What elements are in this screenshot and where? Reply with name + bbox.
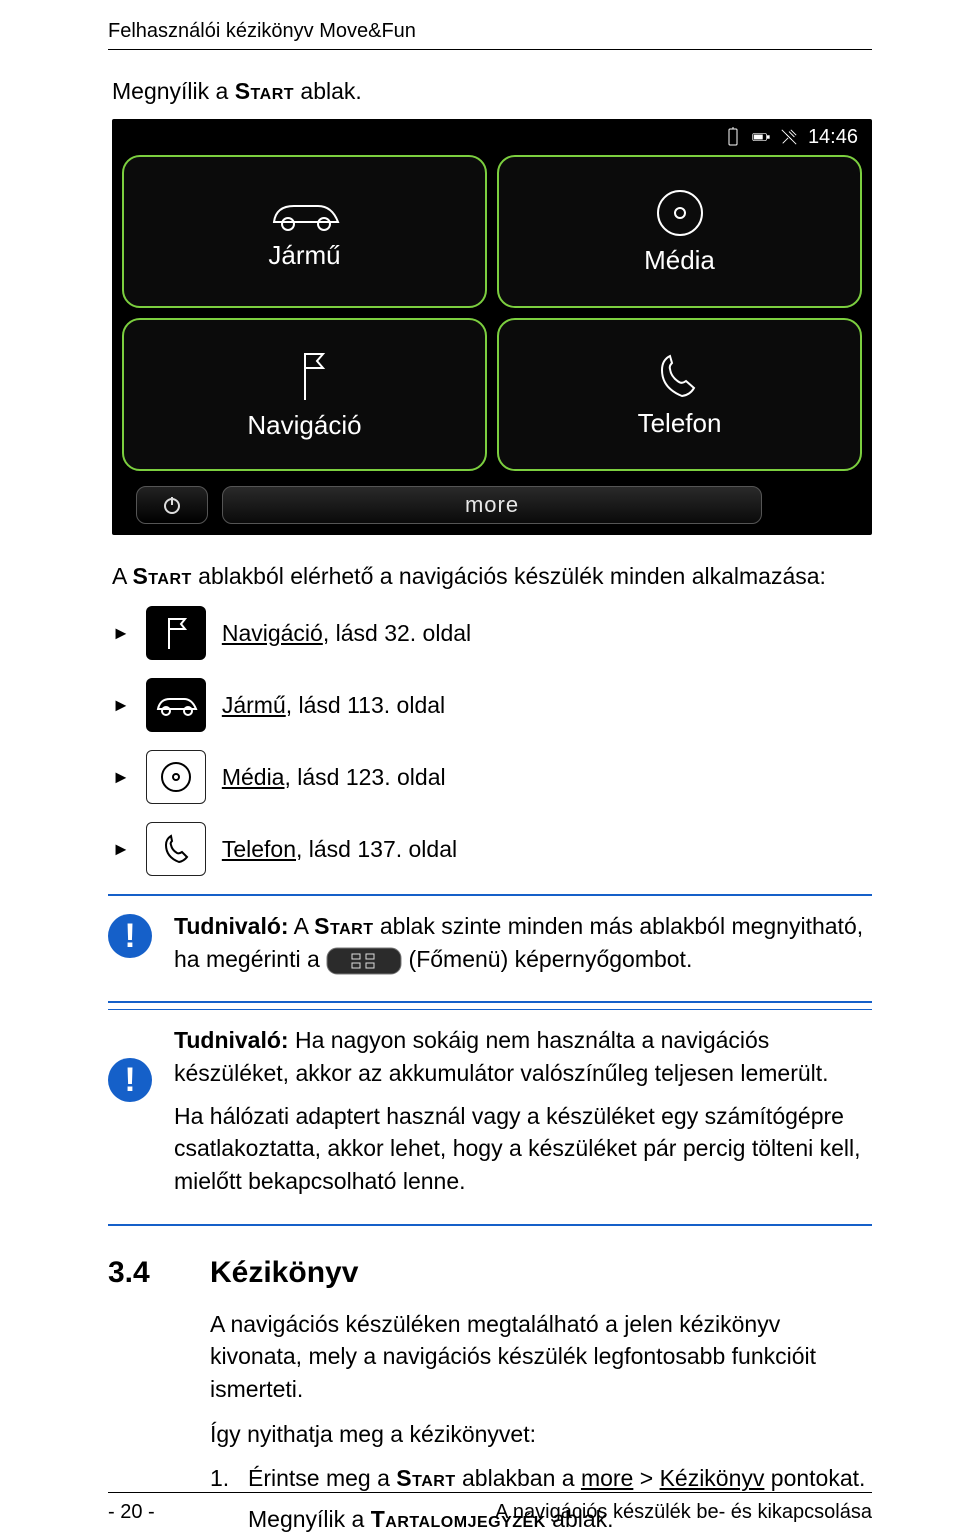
signal-icon xyxy=(724,126,742,148)
bullet-list: ► Navigáció, lásd 32. oldal ► Jármű, lás… xyxy=(112,606,872,876)
bottom-bar: more xyxy=(112,479,872,535)
main-menu-button-icon xyxy=(326,947,402,975)
tile-phone-label: Telefon xyxy=(638,408,722,439)
footer-chapter: A navigációs készülék be- és kikapcsolás… xyxy=(495,1501,872,1524)
section-p2: Így nyithatja meg a kézikönyvet: xyxy=(210,1418,872,1451)
start-word: Start xyxy=(235,78,294,104)
battery-icon xyxy=(752,126,770,148)
note-divider-mid xyxy=(108,1001,872,1003)
note-divider-top xyxy=(108,894,872,896)
intro-suffix: ablak. xyxy=(294,78,362,104)
satellite-icon xyxy=(780,126,798,148)
bullet-text: Navigáció, lásd 32. oldal xyxy=(222,620,471,647)
note-divider-mid2 xyxy=(108,1009,872,1010)
note-divider-bottom xyxy=(108,1224,872,1226)
after-text: A Start ablakból elérhető a navigációs k… xyxy=(112,561,872,592)
header-rule xyxy=(108,49,872,50)
device-start-screen: 14:46 Jármű Média Navigáció Telefon xyxy=(112,119,872,535)
footer-rule xyxy=(108,1492,872,1493)
bullet-phone: ► Telefon, lásd 137. oldal xyxy=(112,822,872,876)
tile-media-label: Média xyxy=(644,245,715,276)
phone-icon xyxy=(146,822,206,876)
bullet-text: Jármű, lásd 113. oldal xyxy=(222,692,445,719)
tile-navigation[interactable]: Navigáció xyxy=(122,318,487,471)
status-bar: 14:46 xyxy=(112,119,872,155)
page-number: - 20 - xyxy=(108,1501,155,1524)
intro-prefix: Megnyílik a xyxy=(112,78,235,104)
intro-line: Megnyílik a Start ablak. xyxy=(112,78,872,105)
note-1-body: Tudnivaló: A Start ablak szinte minden m… xyxy=(174,910,872,985)
power-button[interactable] xyxy=(136,486,208,524)
car-icon xyxy=(146,678,206,732)
note-2: ! Tudnivaló: Ha nagyon sokáig nem haszná… xyxy=(108,1014,872,1217)
bullet-marker: ► xyxy=(112,768,130,786)
step-1: 1. Érintse meg a Start ablakban a more >… xyxy=(210,1462,872,1495)
bullet-navigation: ► Navigáció, lásd 32. oldal xyxy=(112,606,872,660)
bullet-text: Telefon, lásd 137. oldal xyxy=(222,836,457,863)
note-2-body: Tudnivaló: Ha nagyon sokáig nem használt… xyxy=(174,1024,872,1207)
tile-vehicle[interactable]: Jármű xyxy=(122,155,487,308)
bullet-marker: ► xyxy=(112,840,130,858)
tile-vehicle-label: Jármű xyxy=(268,240,340,271)
bullet-marker: ► xyxy=(112,696,130,714)
tile-grid: Jármű Média Navigáció Telefon xyxy=(112,155,872,479)
more-button[interactable]: more xyxy=(222,486,762,524)
bullet-marker: ► xyxy=(112,624,130,642)
info-icon: ! xyxy=(108,914,152,958)
bullet-text: Média, lásd 123. oldal xyxy=(222,764,446,791)
bullet-vehicle: ► Jármű, lásd 113. oldal xyxy=(112,678,872,732)
section-title: Kézikönyv xyxy=(210,1256,872,1290)
section-p1: A navigációs készüléken megtalálható a j… xyxy=(210,1308,872,1406)
tile-navigation-label: Navigáció xyxy=(247,410,361,441)
running-header: Felhasználói kézikönyv Move&Fun xyxy=(108,20,872,43)
tile-phone[interactable]: Telefon xyxy=(497,318,862,471)
page-footer: - 20 - A navigációs készülék be- és kika… xyxy=(0,1492,960,1524)
note-1: ! Tudnivaló: A Start ablak szinte minden… xyxy=(108,900,872,995)
bullet-media: ► Média, lásd 123. oldal xyxy=(112,750,872,804)
info-icon: ! xyxy=(108,1058,152,1102)
flag-icon xyxy=(146,606,206,660)
disc-icon xyxy=(146,750,206,804)
clock-text: 14:46 xyxy=(808,126,858,149)
tile-media[interactable]: Média xyxy=(497,155,862,308)
